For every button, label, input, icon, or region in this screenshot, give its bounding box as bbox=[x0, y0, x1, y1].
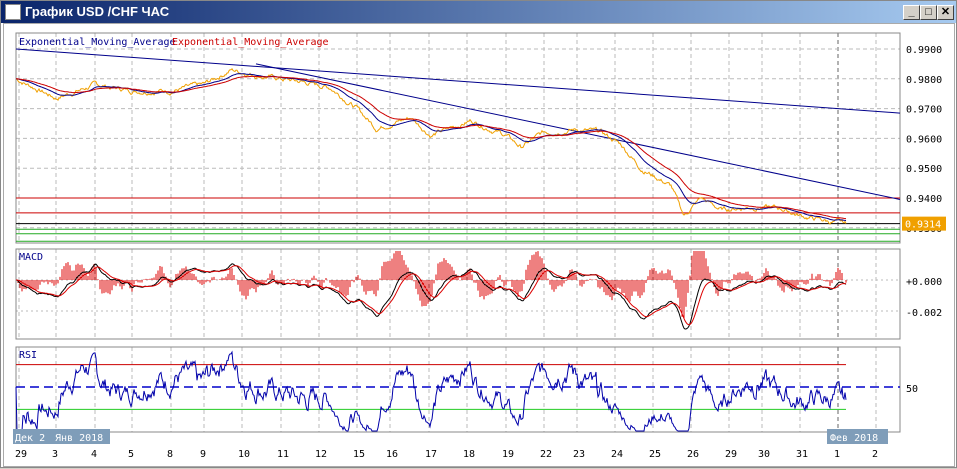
date-label: 24 bbox=[611, 449, 623, 460]
macd-axis-zero: +0.000 bbox=[906, 277, 942, 288]
date-label: 25 bbox=[649, 449, 661, 460]
price-label: 0.9400 bbox=[906, 194, 942, 205]
date-label: 9 bbox=[200, 449, 206, 460]
trendline bbox=[15, 48, 901, 114]
date-label: 10 bbox=[238, 449, 250, 460]
date-label: 11 bbox=[277, 449, 289, 460]
chart-canvas[interactable]: Exponential_Moving_Average Exponential_M… bbox=[1, 1, 957, 469]
date-label: 29 bbox=[725, 449, 737, 460]
date-label: 15 bbox=[353, 449, 365, 460]
date-label: 17 bbox=[425, 449, 437, 460]
price-label: 0.9600 bbox=[906, 134, 942, 145]
date-label: 18 bbox=[463, 449, 475, 460]
macd-axis-neg: -0.002 bbox=[906, 308, 942, 319]
tag-dec: Дек 2 bbox=[15, 433, 45, 444]
rsi-label: RSI bbox=[19, 350, 37, 361]
date-label: 16 bbox=[386, 449, 398, 460]
date-label: 4 bbox=[91, 449, 97, 460]
tag-jan: Янв 2018 bbox=[55, 433, 103, 444]
date-label: 22 bbox=[540, 449, 552, 460]
macd-label: MACD bbox=[19, 252, 43, 263]
price-line bbox=[15, 68, 847, 225]
ema-fast-line bbox=[15, 73, 847, 222]
date-label: 3 bbox=[52, 449, 58, 460]
date-label: 30 bbox=[758, 449, 770, 460]
date-label: 19 bbox=[502, 449, 514, 460]
date-label: 5 bbox=[128, 449, 134, 460]
price-label: 0.9500 bbox=[906, 164, 942, 175]
date-label: 26 bbox=[687, 449, 699, 460]
macd-signal-line bbox=[16, 265, 847, 326]
macd-panel bbox=[15, 248, 901, 340]
legend-ema-1: Exponential_Moving_Average bbox=[19, 37, 176, 48]
macd-line bbox=[15, 263, 847, 330]
tag-feb: Фев 2018 bbox=[830, 433, 878, 444]
rsi-panel bbox=[15, 346, 901, 433]
legend-ema-2: Exponential_Moving_Average bbox=[172, 37, 329, 48]
date-label: 23 bbox=[573, 449, 585, 460]
date-label: 31 bbox=[796, 449, 808, 460]
date-label: 12 bbox=[315, 449, 327, 460]
price-label: 0.9700 bbox=[906, 105, 942, 116]
price-label: 0.9800 bbox=[906, 75, 942, 86]
rsi-axis-50: 50 bbox=[906, 384, 918, 395]
current-price-label: 0.9314 bbox=[905, 220, 941, 231]
date-label: 8 bbox=[167, 449, 173, 460]
chart-window: График USD /CHF ЧАС _ □ ✕ Exponential_Mo… bbox=[0, 0, 957, 468]
rsi-line bbox=[15, 350, 847, 432]
ema-slow-line bbox=[16, 75, 847, 220]
date-label: 29 bbox=[15, 449, 27, 460]
date-label: 1 bbox=[834, 449, 840, 460]
price-label: 0.9900 bbox=[906, 45, 942, 56]
date-label: 2 bbox=[872, 449, 878, 460]
